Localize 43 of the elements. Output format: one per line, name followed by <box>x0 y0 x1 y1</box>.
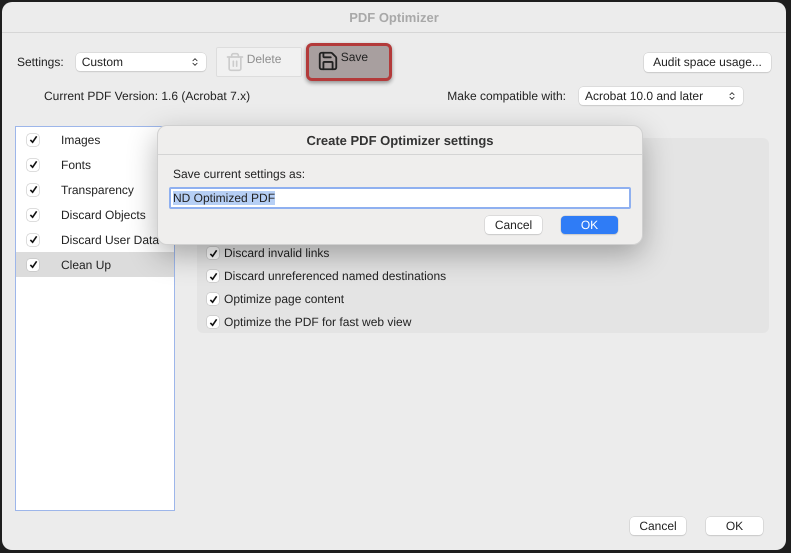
checkbox[interactable] <box>207 293 219 305</box>
checkbox[interactable] <box>207 316 219 328</box>
floppy-icon <box>316 50 339 72</box>
chevron-icon <box>727 91 737 101</box>
pdf-version-text: Current PDF Version: 1.6 (Acrobat 7.x) <box>44 89 250 103</box>
checkbox[interactable] <box>207 247 219 259</box>
panel-label: Clean Up <box>61 258 112 272</box>
chevron-icon <box>190 57 200 67</box>
dialog-cancel-button[interactable]: Cancel <box>485 216 542 234</box>
checkbox[interactable] <box>27 234 39 246</box>
panel-label: Discard Objects <box>61 208 146 222</box>
checkbox[interactable] <box>27 184 39 196</box>
checkbox[interactable] <box>27 258 39 270</box>
panel-list-item[interactable]: Fonts <box>16 152 174 177</box>
settings-select[interactable]: Custom <box>76 53 206 71</box>
panel-label: Transparency <box>61 182 134 196</box>
dialog-title: Create PDF Optimizer settings <box>306 132 494 148</box>
panel-label: Fonts <box>61 158 92 172</box>
option-label: Discard unreferenced named destinations <box>224 269 446 283</box>
compatible-label: Make compatible with: <box>447 89 566 103</box>
checkbox[interactable] <box>207 270 219 282</box>
settings-label: Settings: <box>17 55 64 69</box>
save-button[interactable]: Save <box>306 43 392 81</box>
ok-button[interactable]: OK <box>706 517 763 535</box>
panel-label: Images <box>61 132 100 146</box>
compatibility-select[interactable]: Acrobat 10.0 and later <box>579 87 743 105</box>
checkbox[interactable] <box>27 208 39 220</box>
option-label: Discard invalid links <box>224 246 330 260</box>
window-title: PDF Optimizer <box>349 10 439 24</box>
panel-list-item[interactable]: Clean Up <box>16 252 174 277</box>
dialog-ok-button[interactable]: OK <box>561 216 618 234</box>
checkbox[interactable] <box>27 134 39 146</box>
panel-label: Discard User Data <box>61 232 160 246</box>
dialog-prompt: Save current settings as: <box>173 167 306 181</box>
option-label: Optimize the PDF for fast web view <box>224 315 412 329</box>
checkbox[interactable] <box>27 158 39 170</box>
trash-icon <box>224 52 245 72</box>
option-label: Optimize page content <box>224 292 344 306</box>
name-input-field[interactable]: ND Optimized PDF <box>169 187 631 209</box>
panel-list-item[interactable]: Discard User Data <box>16 227 174 252</box>
panel-list-item[interactable]: Images <box>16 127 174 152</box>
audit-button[interactable]: Audit space usage... <box>644 52 771 72</box>
cancel-button[interactable]: Cancel <box>630 517 686 535</box>
